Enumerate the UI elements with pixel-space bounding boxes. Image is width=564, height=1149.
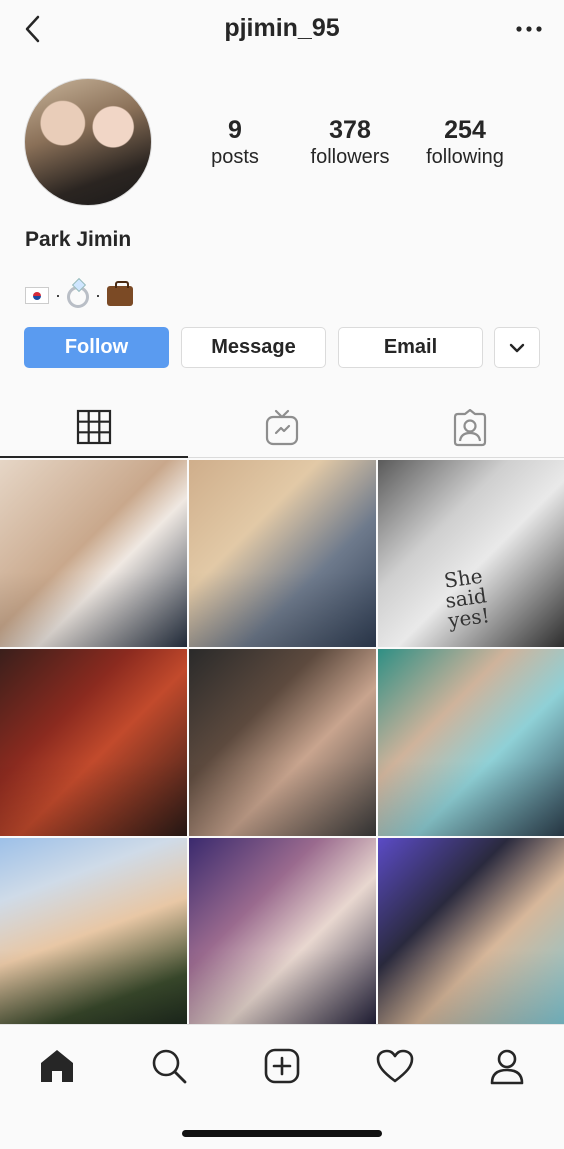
grid-post[interactable]: She said yes! — [378, 460, 564, 647]
bio: · · — [25, 281, 133, 308]
nav-new-post[interactable] — [252, 1041, 312, 1091]
grid-post[interactable] — [378, 649, 564, 836]
profile-avatar[interactable] — [24, 78, 152, 206]
stat-followers-value: 378 — [329, 116, 371, 144]
stat-following[interactable]: 254 following — [405, 116, 525, 170]
more-options-button[interactable] — [512, 14, 546, 44]
grid-post[interactable] — [0, 460, 187, 647]
stat-posts-value: 9 — [228, 116, 242, 144]
top-bar: pjimin_95 — [0, 0, 564, 60]
tab-tagged[interactable] — [376, 398, 564, 458]
stat-followers-label: followers — [310, 146, 390, 168]
grid-post[interactable] — [189, 838, 376, 1025]
nav-search[interactable] — [139, 1041, 199, 1091]
profile-tabs — [0, 398, 564, 458]
tagged-icon — [453, 409, 487, 447]
tab-igtv[interactable] — [188, 398, 376, 458]
profile-username: pjimin_95 — [224, 14, 340, 42]
south-korea-flag-icon — [25, 286, 49, 304]
post-shade — [0, 761, 187, 836]
message-button[interactable]: Message — [181, 327, 326, 368]
profile-icon — [490, 1049, 524, 1085]
follow-button[interactable]: Follow — [24, 327, 169, 368]
post-shade — [378, 761, 564, 836]
search-icon — [152, 1049, 187, 1084]
post-shade — [0, 950, 187, 1025]
home-icon — [41, 1050, 73, 1082]
post-shade — [189, 572, 376, 647]
nav-activity[interactable] — [365, 1041, 425, 1091]
nav-home[interactable] — [27, 1041, 87, 1091]
stat-followers[interactable]: 378 followers — [290, 116, 410, 170]
post-handwritten-text: She said yes! — [442, 563, 491, 633]
posts-grid: She said yes! — [0, 460, 564, 1025]
suggested-accounts-button[interactable] — [494, 327, 540, 368]
tab-posts-grid[interactable] — [0, 398, 188, 458]
heart-icon — [376, 1049, 414, 1083]
grid-icon — [76, 409, 112, 445]
grid-post[interactable] — [189, 649, 376, 836]
ring-icon — [67, 286, 89, 308]
grid-post[interactable] — [378, 838, 564, 1025]
stat-posts[interactable]: 9 posts — [175, 116, 295, 170]
bio-separator: · — [95, 284, 101, 305]
profile-stats: 9 posts 378 followers 254 following — [180, 116, 540, 176]
display-name: Park Jimin — [25, 228, 132, 251]
grid-post[interactable] — [0, 649, 187, 836]
stat-following-label: following — [426, 146, 504, 168]
bio-separator: · — [55, 284, 61, 305]
grid-post[interactable] — [0, 838, 187, 1025]
post-shade — [0, 572, 187, 647]
email-button[interactable]: Email — [338, 327, 483, 368]
post-shade — [378, 950, 564, 1025]
chevron-down-icon — [509, 343, 525, 352]
stat-following-value: 254 — [444, 116, 486, 144]
ellipsis-icon — [516, 26, 542, 32]
briefcase-icon — [107, 281, 133, 306]
new-post-icon — [264, 1048, 300, 1084]
stat-posts-label: posts — [211, 146, 259, 168]
home-indicator — [182, 1130, 382, 1137]
nav-profile[interactable] — [477, 1041, 537, 1091]
post-shade — [189, 761, 376, 836]
igtv-icon — [265, 409, 299, 446]
grid-post[interactable] — [189, 460, 376, 647]
post-shade — [189, 950, 376, 1025]
